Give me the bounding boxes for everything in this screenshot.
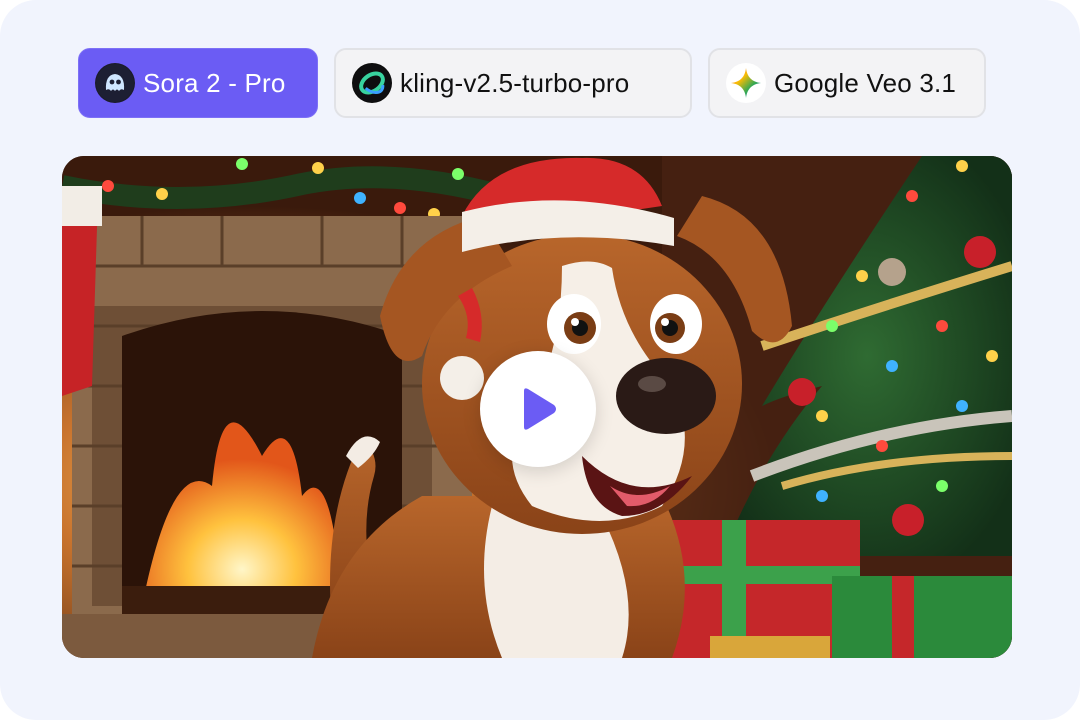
play-icon bbox=[524, 388, 556, 430]
gemini-spark-icon bbox=[726, 63, 766, 103]
model-preview-card: Sora 2 - Pro kling-v2.5-turbo-pro Google… bbox=[0, 0, 1080, 720]
kling-ring-icon bbox=[352, 63, 392, 103]
play-button[interactable] bbox=[480, 351, 596, 467]
tab-google-veo[interactable]: Google Veo 3.1 bbox=[708, 48, 986, 118]
tab-label: kling-v2.5-turbo-pro bbox=[400, 67, 630, 98]
tab-sora-2-pro[interactable]: Sora 2 - Pro bbox=[78, 48, 318, 118]
video-player[interactable] bbox=[62, 156, 1012, 658]
sora-ghost-icon bbox=[95, 63, 135, 103]
tab-kling[interactable]: kling-v2.5-turbo-pro bbox=[334, 48, 692, 118]
tab-label: Google Veo 3.1 bbox=[774, 67, 957, 98]
tab-label: Sora 2 - Pro bbox=[143, 67, 286, 98]
